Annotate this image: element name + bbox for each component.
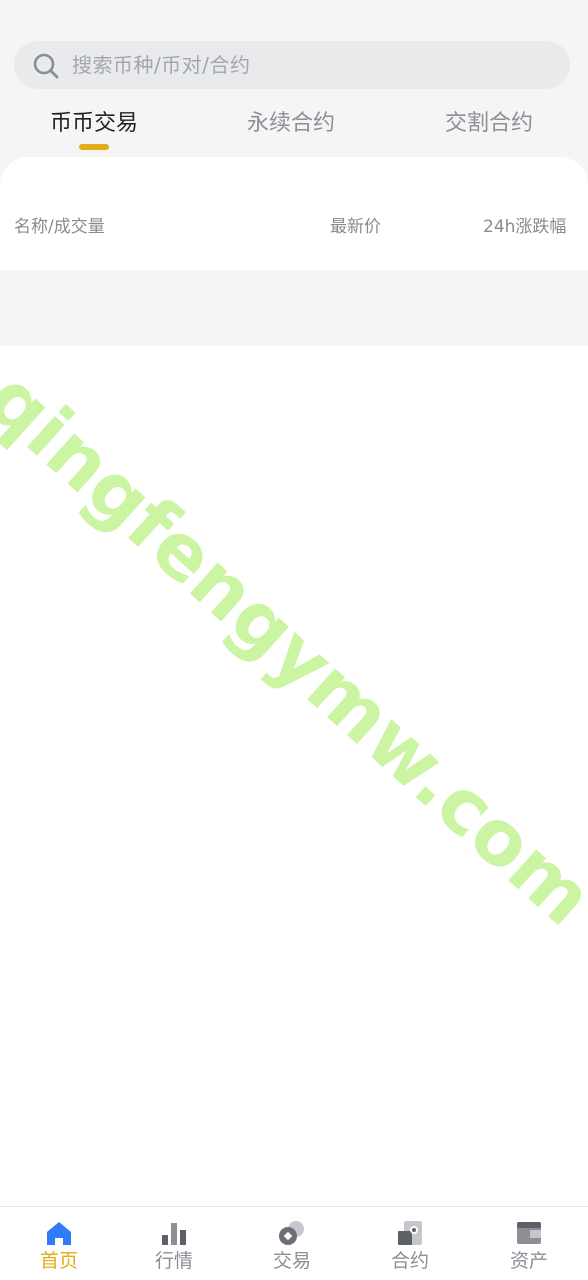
market-chart-icon xyxy=(162,1223,186,1245)
column-header-last-price[interactable]: 最新价 xyxy=(330,213,381,241)
watermark: qingfengymw.com xyxy=(0,353,588,943)
tab-spot-trading[interactable]: 币币交易 xyxy=(24,108,164,140)
nav-label-contract: 合约 xyxy=(390,1250,429,1272)
column-header-24h-change[interactable]: 24h涨跌幅 xyxy=(483,213,566,241)
nav-item-home[interactable]: 首页 xyxy=(0,1207,118,1280)
nav-label-home: 首页 xyxy=(39,1250,78,1272)
nav-item-trade[interactable]: 交易 xyxy=(233,1207,351,1280)
nav-label-assets: 资产 xyxy=(509,1250,548,1272)
active-tab-indicator xyxy=(79,144,109,150)
tab-delivery-contract[interactable]: 交割合约 xyxy=(419,108,559,140)
nav-item-assets[interactable]: 资产 xyxy=(470,1207,588,1280)
contract-icon xyxy=(398,1221,422,1245)
column-header-name-volume[interactable]: 名称/成交量 xyxy=(14,213,105,241)
home-icon xyxy=(47,1222,71,1245)
nav-item-contract[interactable]: 合约 xyxy=(351,1207,469,1280)
search-input[interactable]: 搜索币种/币对/合约 xyxy=(14,41,570,89)
nav-item-market[interactable]: 行情 xyxy=(115,1207,233,1280)
nav-label-market: 行情 xyxy=(154,1250,193,1272)
search-icon xyxy=(33,53,59,79)
wallet-icon xyxy=(517,1222,541,1244)
tab-perpetual-contract[interactable]: 永续合约 xyxy=(221,108,361,140)
bottom-nav: 首页 行情 交易 合约 资产 xyxy=(0,1206,588,1280)
nav-label-trade: 交易 xyxy=(272,1250,311,1272)
trade-coins-icon xyxy=(279,1221,304,1245)
search-placeholder: 搜索币种/币对/合约 xyxy=(72,53,251,77)
